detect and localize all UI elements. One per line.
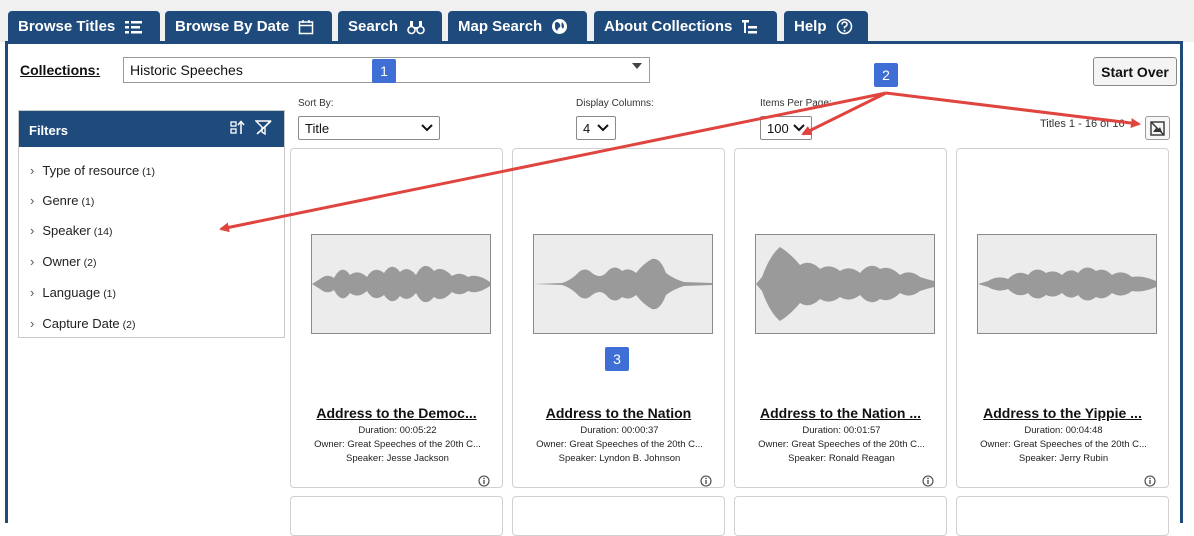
arrow-to-filters xyxy=(219,91,887,233)
annotation-badge-3: 3 xyxy=(605,347,629,371)
annotation-arrows xyxy=(219,91,1141,233)
annotation-badge-1: 1 xyxy=(372,59,396,83)
annotation-badge-2: 2 xyxy=(874,63,898,87)
arrow-to-items-per-page xyxy=(801,91,887,136)
arrow-to-image-toggle xyxy=(885,91,1141,128)
